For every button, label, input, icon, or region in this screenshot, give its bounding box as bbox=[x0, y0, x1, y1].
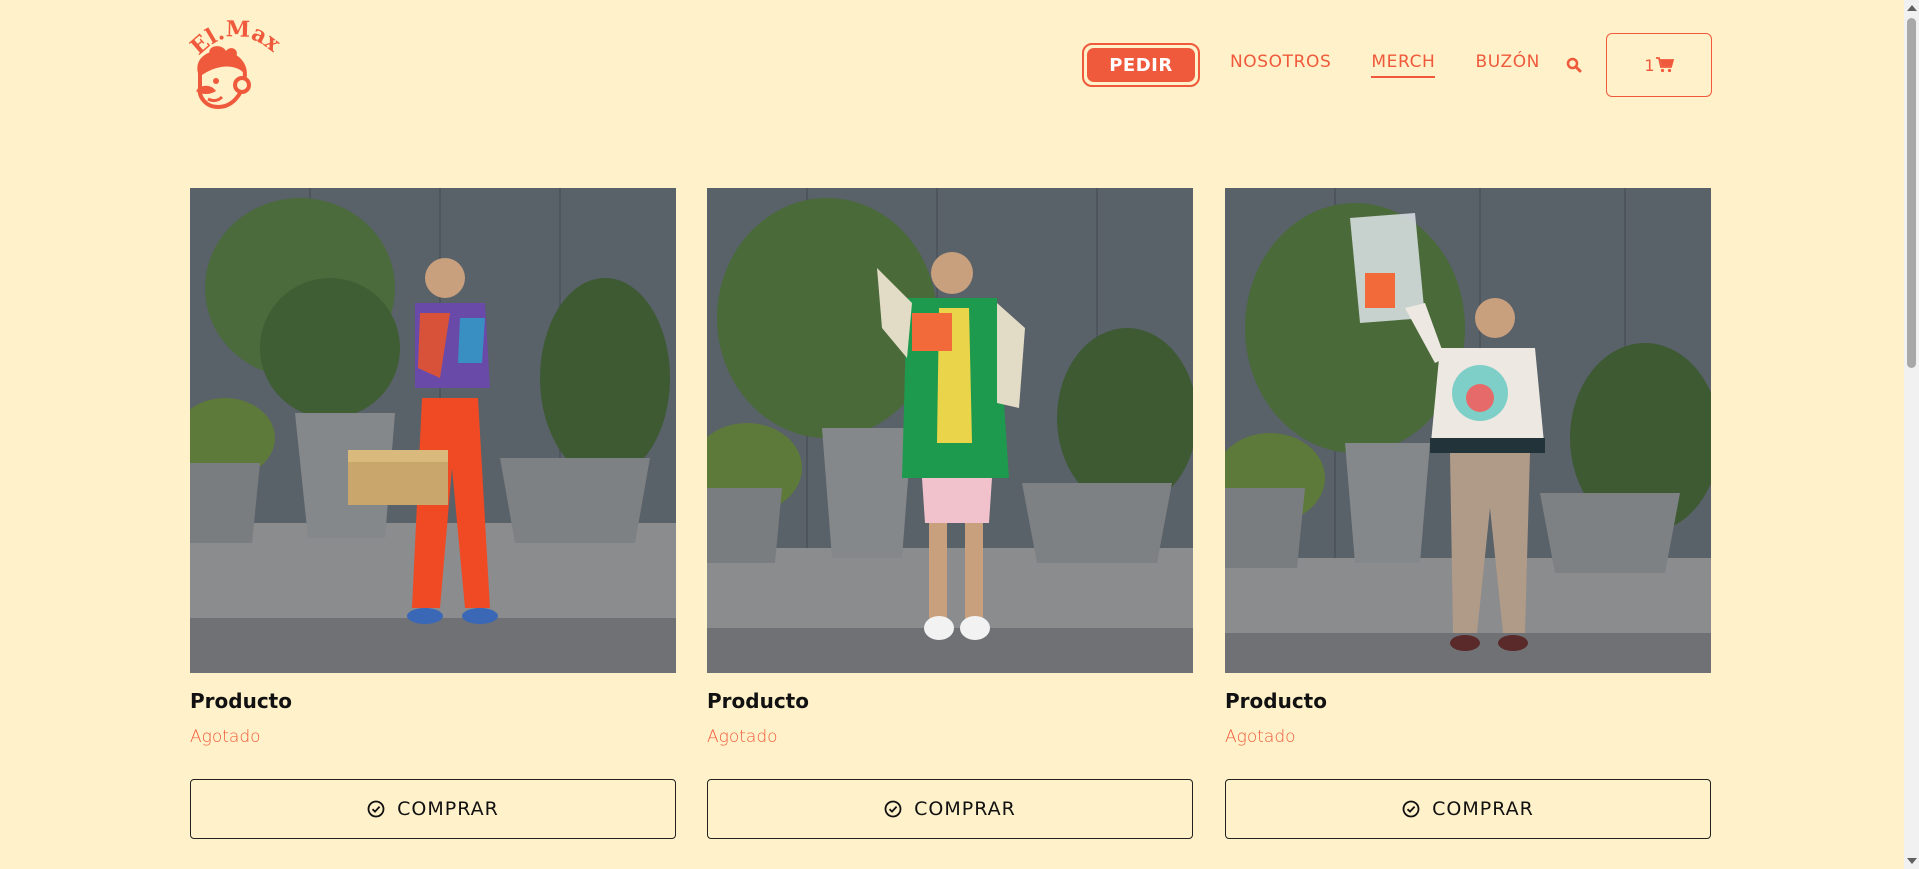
buy-button-label: COMPRAR bbox=[1432, 798, 1534, 820]
cart-icon bbox=[1655, 57, 1674, 73]
product-image[interactable] bbox=[190, 188, 676, 673]
page: El.Max PEDIR NOSOTROS MERCH BUZÓN 1 Prod… bbox=[0, 0, 1919, 869]
nav-link-buzon[interactable]: BUZÓN bbox=[1475, 52, 1540, 78]
cart-button[interactable]: 1 bbox=[1606, 33, 1712, 97]
product-image[interactable] bbox=[707, 188, 1193, 673]
product-title[interactable]: Producto bbox=[190, 689, 676, 715]
mascot-logo-icon bbox=[196, 46, 251, 110]
product-card: Producto Agotado COMPRAR bbox=[1225, 188, 1711, 839]
product-image[interactable] bbox=[1225, 188, 1711, 673]
product-status: Agotado bbox=[1225, 727, 1296, 747]
pedir-button[interactable]: PEDIR bbox=[1081, 43, 1200, 87]
product-title[interactable]: Producto bbox=[1225, 689, 1711, 715]
buy-button[interactable]: COMPRAR bbox=[707, 779, 1193, 839]
logo[interactable]: El.Max bbox=[188, 17, 283, 117]
product-card: Producto Agotado COMPRAR bbox=[190, 188, 676, 839]
buy-button-label: COMPRAR bbox=[397, 798, 499, 820]
nav-link-nosotros[interactable]: NOSOTROS bbox=[1230, 52, 1331, 78]
product-status: Agotado bbox=[707, 727, 778, 747]
pedir-button-label: PEDIR bbox=[1086, 48, 1195, 82]
vertical-scrollbar[interactable] bbox=[1904, 0, 1919, 869]
scroll-up-arrow-icon[interactable] bbox=[1907, 5, 1917, 11]
main-nav: PEDIR NOSOTROS MERCH BUZÓN 1 bbox=[1081, 33, 1712, 97]
product-card: Producto Agotado COMPRAR bbox=[707, 188, 1193, 839]
buy-button[interactable]: COMPRAR bbox=[190, 779, 676, 839]
product-title[interactable]: Producto bbox=[707, 689, 1193, 715]
buy-button[interactable]: COMPRAR bbox=[1225, 779, 1711, 839]
check-circle-icon bbox=[884, 800, 902, 818]
cart-count: 1 bbox=[1644, 55, 1655, 75]
search-icon[interactable] bbox=[1566, 56, 1584, 74]
nav-link-merch[interactable]: MERCH bbox=[1371, 52, 1436, 78]
buy-button-label: COMPRAR bbox=[914, 798, 1016, 820]
check-circle-icon bbox=[367, 800, 385, 818]
scroll-thumb[interactable] bbox=[1907, 18, 1916, 368]
scroll-down-arrow-icon[interactable] bbox=[1907, 858, 1917, 864]
check-circle-icon bbox=[1402, 800, 1420, 818]
product-status: Agotado bbox=[190, 727, 261, 747]
